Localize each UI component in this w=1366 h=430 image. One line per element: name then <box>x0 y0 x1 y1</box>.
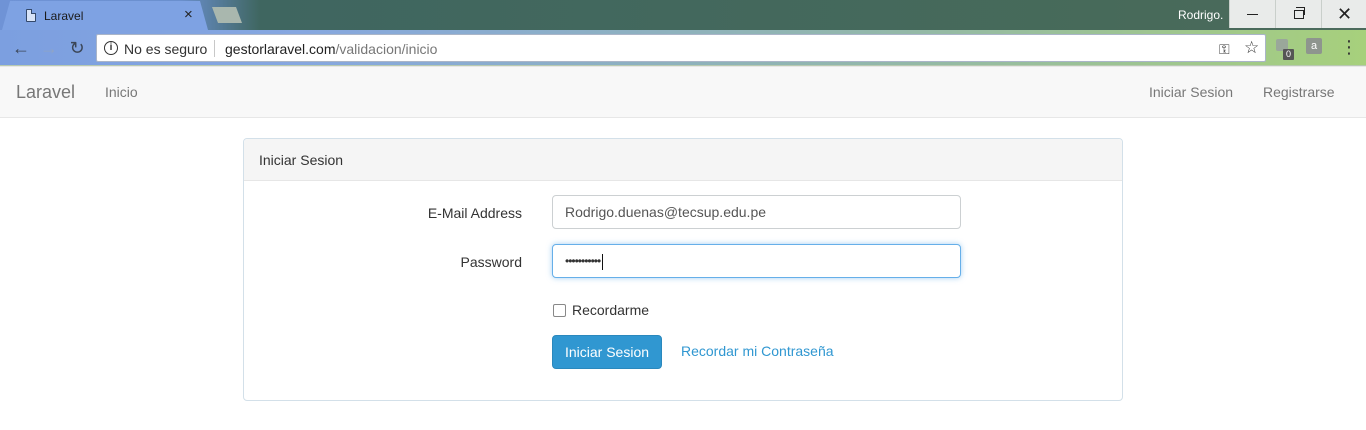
restore-button[interactable] <box>1275 0 1321 28</box>
reload-icon[interactable]: ↻ <box>66 37 88 59</box>
browser-tab[interactable]: Laravel × <box>2 1 208 30</box>
extension-badge: 0 <box>1283 49 1294 60</box>
extension-icon[interactable]: 0 <box>1276 39 1294 60</box>
text-caret <box>602 254 604 271</box>
site-navbar: Laravel Inicio Iniciar Sesion Registrars… <box>0 66 1366 118</box>
bookmark-star-icon[interactable]: ☆ <box>1244 38 1259 58</box>
remember-checkbox[interactable] <box>553 304 566 317</box>
info-icon[interactable]: i <box>104 41 118 55</box>
extension-bag-icon[interactable]: a <box>1306 38 1322 54</box>
close-icon: ✕ <box>1336 4 1353 24</box>
address-bar[interactable]: i No es seguro gestorlaravel.com/validac… <box>96 34 1266 62</box>
key-icon[interactable]: ⚿ <box>1219 41 1230 58</box>
nav-link-register[interactable]: Registrarse <box>1263 84 1335 100</box>
close-window-button[interactable]: ✕ <box>1321 0 1366 28</box>
password-label: Password <box>460 254 522 270</box>
email-field[interactable]: Rodrigo.duenas@tecsup.edu.pe <box>552 195 961 229</box>
divider <box>214 40 215 57</box>
url-text[interactable]: gestorlaravel.com/validacion/inicio <box>225 41 437 57</box>
url-path: /validacion/inicio <box>335 41 438 57</box>
minimize-button[interactable] <box>1229 0 1275 28</box>
panel-heading: Iniciar Sesion <box>244 139 1122 181</box>
forward-icon[interactable]: → <box>38 37 60 59</box>
login-panel: Iniciar Sesion E-Mail Address Rodrigo.du… <box>243 138 1123 401</box>
password-field[interactable]: ••••••••••• <box>552 244 961 278</box>
nav-link-login[interactable]: Iniciar Sesion <box>1149 84 1233 100</box>
minimize-icon <box>1247 13 1258 15</box>
url-host: gestorlaravel.com <box>225 41 336 57</box>
profile-name[interactable]: Rodrigo. <box>1178 8 1223 22</box>
browser-toolbar: ← → ↻ i No es seguro gestorlaravel.com/v… <box>0 30 1366 66</box>
forgot-password-link[interactable]: Recordar mi Contraseña <box>681 343 834 359</box>
password-mask: ••••••••••• <box>565 254 601 268</box>
new-tab-button[interactable] <box>212 7 242 23</box>
email-label: E-Mail Address <box>427 205 522 221</box>
navbar-brand[interactable]: Laravel <box>16 82 75 103</box>
restore-icon <box>1293 6 1305 19</box>
security-indicator[interactable]: No es seguro <box>124 41 207 57</box>
browser-title-bar: Laravel × Rodrigo. ✕ <box>0 0 1366 30</box>
remember-label[interactable]: Recordarme <box>572 302 649 318</box>
tab-close-icon[interactable]: × <box>184 6 193 24</box>
login-submit-button[interactable]: Iniciar Sesion <box>552 335 662 369</box>
back-icon[interactable]: ← <box>10 37 32 59</box>
nav-link-inicio[interactable]: Inicio <box>105 84 138 100</box>
menu-icon[interactable]: ⋮ <box>1340 37 1358 57</box>
tab-title: Laravel <box>44 9 84 23</box>
page-icon <box>26 9 36 22</box>
